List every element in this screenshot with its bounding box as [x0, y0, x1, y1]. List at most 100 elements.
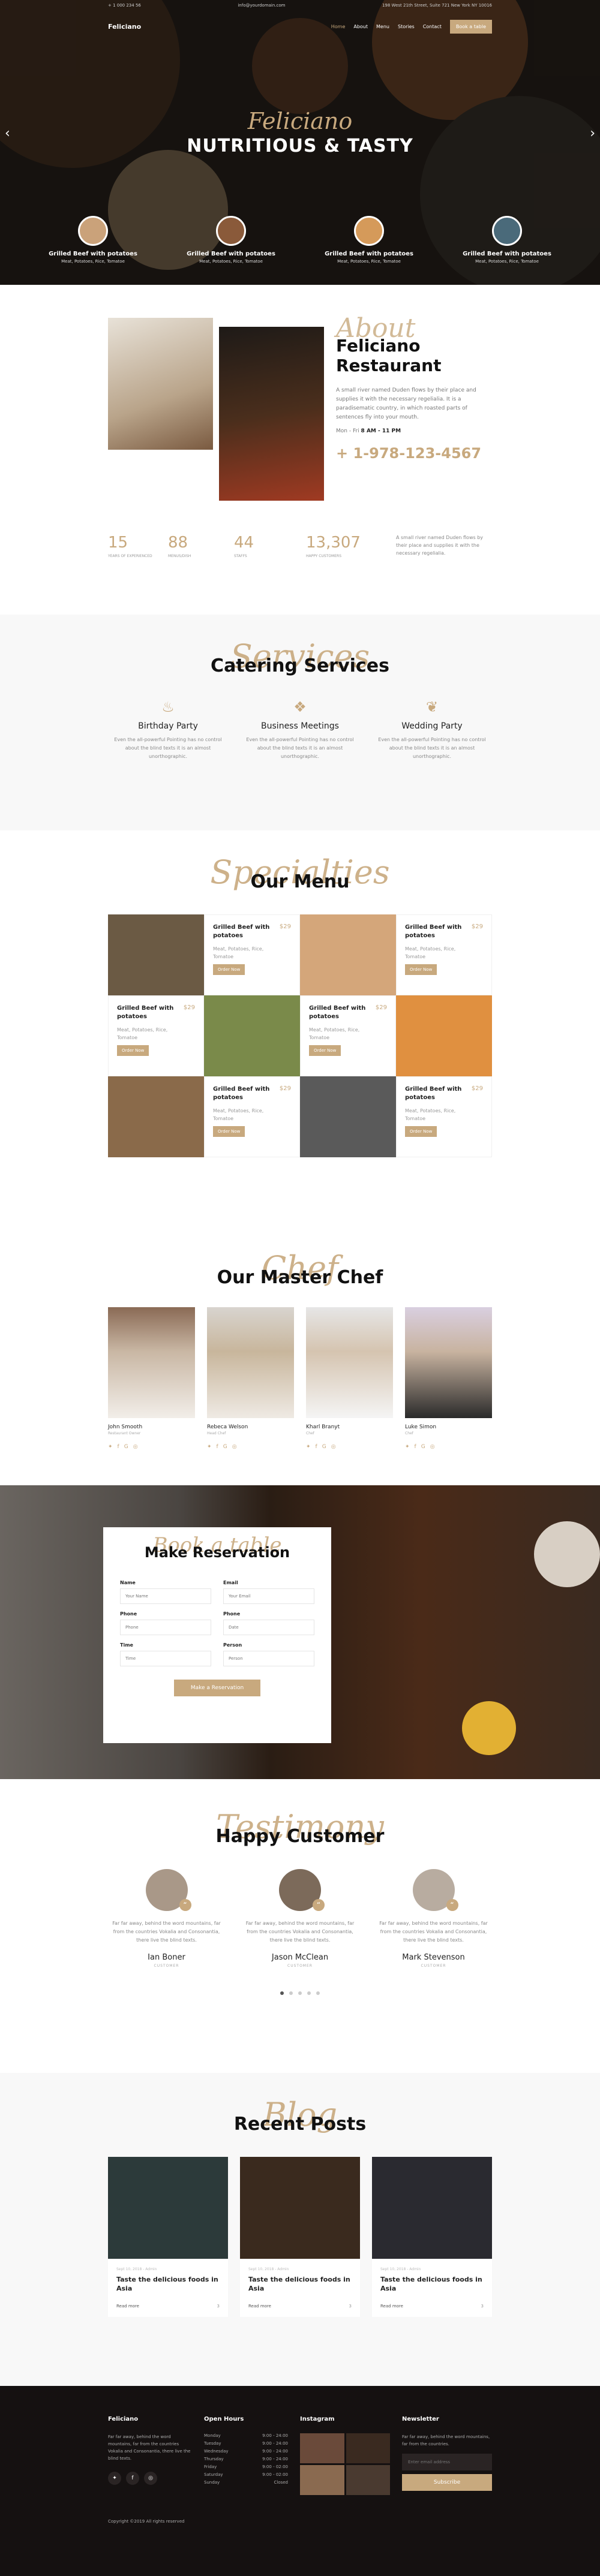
- time: 9:00 - 24:00: [262, 2449, 288, 2454]
- reservation-form: Book a table Make Reservation Name Email P…: [103, 1527, 331, 1743]
- dish-thumbnail: [492, 216, 522, 246]
- copyright: Copyright ©2019 All rights reserved: [108, 2519, 185, 2524]
- instagram-photo[interactable]: [346, 2465, 390, 2495]
- carousel-dot[interactable]: [298, 1991, 302, 1995]
- read-more-link[interactable]: Read more: [380, 2304, 403, 2309]
- order-now-button[interactable]: Order Now: [213, 964, 245, 975]
- nav-item-contact[interactable]: Contact: [423, 24, 442, 29]
- service-title: Birthday Party: [138, 721, 198, 731]
- topbar-phone[interactable]: + 1 000 234 56: [108, 0, 141, 11]
- dish-name: Grilled Beef with potatoes: [463, 251, 551, 257]
- instagram-icon[interactable]: ◎: [144, 2472, 157, 2485]
- dish-thumbnail: [216, 216, 246, 246]
- customer-role: CUSTOMER: [287, 1964, 313, 1968]
- field-input[interactable]: [120, 1651, 211, 1666]
- hours-row: Tuesday 9:00 - 24:00: [204, 2441, 288, 2446]
- twitter-icon[interactable]: ✦: [306, 1444, 311, 1450]
- carousel-dot[interactable]: [280, 1991, 284, 1995]
- nav-item-home[interactable]: Home: [331, 24, 346, 29]
- about-phone[interactable]: + 1-978-123-4567: [336, 445, 492, 462]
- comment-count: 3: [217, 2304, 220, 2309]
- service-text: Even the all-powerful Pointing has no co…: [246, 737, 354, 759]
- wedding-icon: ❦: [425, 699, 439, 715]
- menu-item-image: [396, 995, 492, 1076]
- google-icon[interactable]: G: [223, 1444, 227, 1450]
- facebook-icon[interactable]: f: [126, 2472, 139, 2485]
- read-more-link[interactable]: Read more: [248, 2304, 271, 2309]
- blog-card[interactable]: Sept 10, 2018 - Admin Taste the delicious…: [372, 2157, 492, 2317]
- menu-item-desc: Meat, Potatoes, Rice, Tomatoe: [405, 1108, 456, 1121]
- hero-dish[interactable]: Grilled Beef with potatoes Meat, Potatoe…: [177, 216, 285, 264]
- hero-dish[interactable]: Grilled Beef with potatoes Meat, Potatoe…: [315, 216, 423, 264]
- carousel-dot[interactable]: [316, 1991, 320, 1995]
- about-image-flame: [219, 327, 324, 501]
- blog-list: Sept 10, 2018 - Admin Taste the delicious…: [108, 2157, 492, 2317]
- blog-card[interactable]: Sept 10, 2018 - Admin Taste the delicious…: [240, 2157, 360, 2317]
- blog-title[interactable]: Taste the delicious foods in Asia: [380, 2275, 484, 2293]
- instagram-icon[interactable]: ◎: [133, 1444, 138, 1450]
- order-now-button[interactable]: Order Now: [117, 1045, 149, 1056]
- subscribe-button[interactable]: Subscribe: [402, 2474, 492, 2491]
- instagram-photo[interactable]: [300, 2465, 344, 2495]
- time: 9:00 - 24:00: [262, 2441, 288, 2446]
- read-more-link[interactable]: Read more: [116, 2304, 139, 2309]
- facebook-icon[interactable]: f: [118, 1444, 119, 1450]
- customer-avatar: “: [279, 1869, 325, 1911]
- carousel-dots: [108, 1986, 492, 1997]
- facebook-icon[interactable]: f: [415, 1444, 416, 1450]
- make-reservation-button[interactable]: Make a Reservation: [173, 1680, 261, 1696]
- facebook-icon[interactable]: f: [217, 1444, 218, 1450]
- google-icon[interactable]: G: [124, 1444, 128, 1450]
- instagram-photo[interactable]: [346, 2433, 390, 2463]
- hours-value: 8 AM - 11 PM: [361, 428, 401, 434]
- field-input[interactable]: [120, 1588, 211, 1604]
- carousel-dot[interactable]: [289, 1991, 293, 1995]
- instagram-icon[interactable]: ◎: [232, 1444, 237, 1450]
- book-table-button[interactable]: Book a table: [449, 19, 492, 34]
- google-icon[interactable]: G: [322, 1444, 326, 1450]
- instagram-photo[interactable]: [300, 2433, 344, 2463]
- day: Tuesday: [204, 2441, 221, 2446]
- time: Closed: [274, 2480, 288, 2485]
- hours-row: Friday 9:00 - 02:00: [204, 2464, 288, 2469]
- hero-dish[interactable]: Grilled Beef with potatoes Meat, Potatoe…: [39, 216, 147, 264]
- order-now-button[interactable]: Order Now: [405, 1126, 437, 1137]
- dish-desc: Meat, Potatoes, Rice, Tomatoe: [199, 259, 263, 264]
- menu-item-name: Grilled Beef with potatoes: [117, 1005, 174, 1020]
- order-now-button[interactable]: Order Now: [405, 964, 437, 975]
- carousel-dot[interactable]: [307, 1991, 311, 1995]
- twitter-icon[interactable]: ✦: [108, 2472, 121, 2485]
- nav-item-about[interactable]: About: [353, 24, 368, 29]
- topbar-email[interactable]: info@yourdomain.com: [238, 0, 285, 11]
- blog-title[interactable]: Taste the delicious foods in Asia: [116, 2275, 220, 2293]
- facebook-icon[interactable]: f: [316, 1444, 317, 1450]
- blog-card[interactable]: Sept 10, 2018 - Admin Taste the delicious…: [108, 2157, 228, 2317]
- order-now-button[interactable]: Order Now: [213, 1126, 245, 1137]
- menu-section: Specialties Our Menu Grilled Beef with p…: [0, 830, 600, 1250]
- field-input[interactable]: [120, 1620, 211, 1635]
- twitter-icon[interactable]: ✦: [108, 1444, 113, 1450]
- field-input[interactable]: [223, 1651, 314, 1666]
- chef-name: Luke Simon: [405, 1424, 437, 1430]
- twitter-icon[interactable]: ✦: [405, 1444, 410, 1450]
- newsletter-email-input[interactable]: [402, 2454, 492, 2470]
- stat-item: 15 YEARS OF EXPERIENCED: [108, 534, 168, 558]
- nav-item-stories[interactable]: Stories: [398, 24, 415, 29]
- twitter-icon[interactable]: ✦: [207, 1444, 212, 1450]
- about-text: A small river named Duden flows by their…: [336, 387, 476, 420]
- google-icon[interactable]: G: [421, 1444, 425, 1450]
- nav-item-menu[interactable]: Menu: [376, 24, 389, 29]
- dish-thumbnail: [354, 216, 384, 246]
- instagram-icon[interactable]: ◎: [331, 1444, 336, 1450]
- blog-title[interactable]: Taste the delicious foods in Asia: [248, 2275, 352, 2293]
- hero-dish[interactable]: Grilled Beef with potatoes Meat, Potatoe…: [453, 216, 561, 264]
- instagram-icon[interactable]: ◎: [430, 1444, 435, 1450]
- garlic-image: [534, 1521, 600, 1587]
- blog-image: [240, 2157, 360, 2259]
- field-input[interactable]: [223, 1588, 314, 1604]
- testimony-section: Testimony Happy Customer “ Far far away,…: [0, 1779, 600, 2073]
- brand-logo[interactable]: Feliciano: [108, 23, 141, 31]
- order-now-button[interactable]: Order Now: [309, 1045, 341, 1056]
- stat-number: 13,307: [306, 534, 361, 552]
- field-input[interactable]: [223, 1620, 314, 1635]
